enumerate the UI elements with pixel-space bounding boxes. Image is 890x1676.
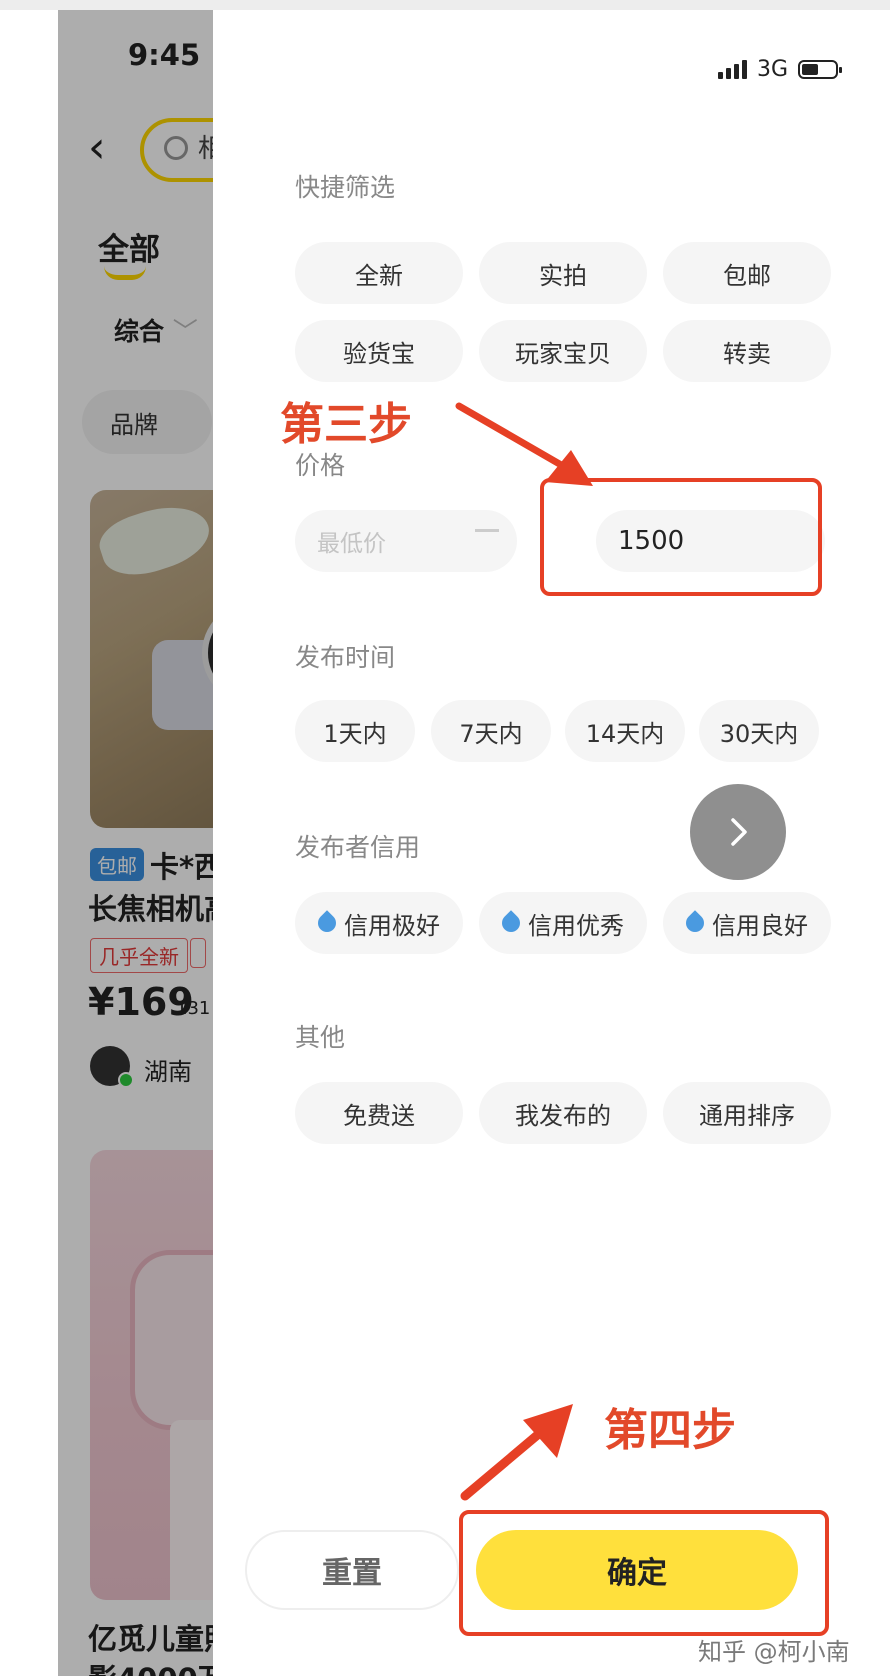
credit-drop-icon <box>314 910 340 936</box>
step-four-annotation: 第四步 <box>604 1405 736 1456</box>
quick-option-player-item[interactable]: 玩家宝贝 <box>479 320 647 382</box>
credit-option-good[interactable]: 信用良好 <box>663 892 831 954</box>
min-price-placeholder: 最低价 <box>317 531 386 557</box>
confirm-highlight-box <box>459 1510 829 1636</box>
credit-option-label: 信用极好 <box>344 911 440 940</box>
credit-option-label: 信用良好 <box>712 911 808 940</box>
quick-option-inspection[interactable]: 验货宝 <box>295 320 463 382</box>
publish-time-heading: 发布时间 <box>295 643 396 672</box>
step-four-arrow-icon <box>460 1404 573 1501</box>
quick-filter-heading: 快捷筛选 <box>295 173 396 202</box>
other-option-free-gift[interactable]: 免费送 <box>295 1082 463 1144</box>
quick-option-resale[interactable]: 转卖 <box>663 320 831 382</box>
quick-option-free-shipping[interactable]: 包邮 <box>663 242 831 304</box>
credit-drop-icon <box>682 910 708 936</box>
watermark: 知乎 @柯小南 <box>698 1638 850 1666</box>
signal-icon <box>718 59 747 79</box>
step-three-annotation: 第三步 <box>280 399 412 450</box>
credit-option-great[interactable]: 信用优秀 <box>479 892 647 954</box>
time-option-7-days[interactable]: 7天内 <box>431 700 551 762</box>
battery-icon <box>798 59 843 79</box>
credit-option-label: 信用优秀 <box>528 911 624 940</box>
reset-button[interactable]: 重置 <box>245 1530 459 1610</box>
other-option-general-sort[interactable]: 通用排序 <box>663 1082 831 1144</box>
quick-option-real-photo[interactable]: 实拍 <box>479 242 647 304</box>
price-range-separator <box>475 529 499 532</box>
time-option-30-days[interactable]: 30天内 <box>699 700 819 762</box>
window-top-strip <box>0 0 890 10</box>
price-highlight-box <box>540 478 822 596</box>
quick-option-new[interactable]: 全新 <box>295 242 463 304</box>
credit-option-excellent[interactable]: 信用极好 <box>295 892 463 954</box>
other-option-my-posts[interactable]: 我发布的 <box>479 1082 647 1144</box>
floating-next-button[interactable] <box>690 784 786 880</box>
credit-drop-icon <box>498 910 524 936</box>
network-type: 3G <box>757 56 789 82</box>
other-heading: 其他 <box>295 1023 346 1052</box>
chevron-right-icon <box>731 818 747 846</box>
min-price-input[interactable]: 最低价 <box>295 510 517 572</box>
phone-screen: 9:45 ‹ 相 全部 综合 ﹀ 品牌 包邮 卡*西 长焦相机高 几乎全新 ¥1… <box>58 10 890 1676</box>
time-option-14-days[interactable]: 14天内 <box>565 700 685 762</box>
status-indicators: 3G <box>718 54 843 84</box>
seller-credit-heading: 发布者信用 <box>295 833 421 862</box>
time-option-1-day[interactable]: 1天内 <box>295 700 415 762</box>
